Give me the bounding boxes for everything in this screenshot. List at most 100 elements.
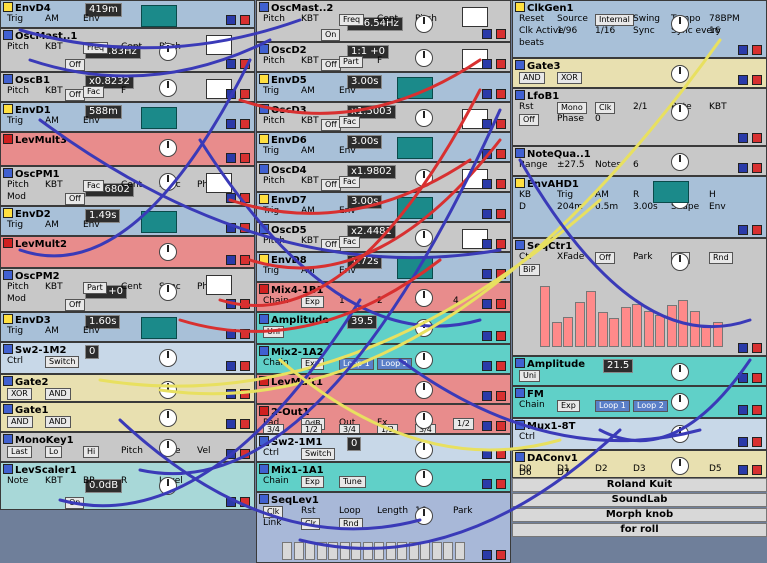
- seqlev-step-bar[interactable]: [305, 542, 315, 560]
- input-jack[interactable]: [738, 45, 748, 55]
- output-jack[interactable]: [240, 361, 250, 371]
- output-jack[interactable]: [240, 419, 250, 429]
- input-jack[interactable]: [738, 437, 748, 447]
- module-menu-icon[interactable]: [259, 376, 269, 386]
- module-menu-icon[interactable]: [3, 30, 13, 40]
- sequencer-step-bar[interactable]: [678, 300, 688, 347]
- button-last[interactable]: Last: [7, 446, 32, 458]
- output-jack[interactable]: [752, 437, 762, 447]
- button-clr[interactable]: Clr: [301, 518, 321, 530]
- output-jack[interactable]: [496, 89, 506, 99]
- seqlev-step-bar[interactable]: [351, 542, 361, 560]
- input-jack[interactable]: [738, 405, 748, 415]
- parameter-knob[interactable]: [159, 439, 177, 457]
- output-jack[interactable]: [240, 119, 250, 129]
- module-menu-icon[interactable]: [259, 464, 269, 474]
- input-jack[interactable]: [482, 119, 492, 129]
- output-jack[interactable]: [240, 15, 250, 25]
- module-menu-icon[interactable]: [259, 406, 269, 416]
- input-jack[interactable]: [226, 15, 236, 25]
- module-menu-icon[interactable]: [3, 404, 13, 414]
- module-menu-icon[interactable]: [3, 464, 13, 474]
- output-jack[interactable]: [752, 465, 762, 475]
- button-fac[interactable]: Fac: [339, 116, 361, 128]
- button-1-2[interactable]: 1/2: [301, 424, 322, 433]
- waveform-icon[interactable]: [206, 35, 232, 55]
- button-and[interactable]: AND: [519, 72, 545, 84]
- button-fac[interactable]: Fac: [83, 86, 105, 98]
- output-jack[interactable]: [240, 449, 250, 459]
- button-clk[interactable]: Clk: [263, 506, 284, 518]
- output-jack[interactable]: [240, 89, 250, 99]
- output-jack[interactable]: [496, 209, 506, 219]
- output-jack[interactable]: [496, 119, 506, 129]
- waveform-icon[interactable]: [206, 275, 232, 295]
- parameter-knob[interactable]: [415, 319, 433, 337]
- output-jack[interactable]: [752, 133, 762, 143]
- input-jack[interactable]: [738, 75, 748, 85]
- output-jack[interactable]: [240, 153, 250, 163]
- toggle-button[interactable]: Off: [321, 239, 341, 251]
- sequencer-step-bar[interactable]: [609, 318, 619, 347]
- sequencer-step-bar[interactable]: [666, 305, 677, 347]
- parameter-knob[interactable]: [671, 253, 689, 271]
- sequencer-step-bar[interactable]: [701, 325, 711, 347]
- button-tune[interactable]: Tune: [339, 476, 366, 488]
- output-jack[interactable]: [240, 299, 250, 309]
- seqlev-step-bar[interactable]: [282, 542, 292, 560]
- toggle-button[interactable]: Off: [321, 59, 341, 71]
- module-menu-icon[interactable]: [3, 134, 13, 144]
- parameter-knob[interactable]: [415, 441, 433, 459]
- button-exp[interactable]: Exp: [301, 296, 324, 308]
- parameter-knob[interactable]: [671, 15, 689, 33]
- output-jack[interactable]: [496, 449, 506, 459]
- input-jack[interactable]: [482, 239, 492, 249]
- output-jack[interactable]: [752, 225, 762, 235]
- toggle-button[interactable]: Off: [65, 89, 85, 101]
- parameter-knob[interactable]: [671, 363, 689, 381]
- module-menu-icon[interactable]: [259, 254, 269, 264]
- button-xor[interactable]: XOR: [7, 388, 32, 400]
- sequencer-step-bar[interactable]: [689, 311, 700, 347]
- parameter-knob[interactable]: [415, 507, 433, 525]
- input-jack[interactable]: [482, 179, 492, 189]
- sequencer-step-bar[interactable]: [551, 321, 562, 347]
- waveform-icon[interactable]: [206, 173, 232, 193]
- toggle-button[interactable]: Off: [321, 179, 341, 191]
- button-fac[interactable]: Fac: [83, 180, 105, 192]
- parameter-knob[interactable]: [159, 477, 177, 495]
- module-menu-icon[interactable]: [515, 60, 525, 70]
- module-menu-icon[interactable]: [3, 2, 13, 12]
- input-jack[interactable]: [482, 29, 492, 39]
- button-bip[interactable]: BiP: [519, 264, 540, 276]
- sequencer-step-bar[interactable]: [632, 303, 642, 347]
- input-jack[interactable]: [226, 119, 236, 129]
- parameter-knob[interactable]: [159, 409, 177, 427]
- toggle-button[interactable]: Off: [321, 119, 341, 131]
- button-fac[interactable]: Fac: [339, 176, 361, 188]
- output-jack[interactable]: [496, 331, 506, 341]
- parameter-knob[interactable]: [415, 411, 433, 429]
- module-menu-icon[interactable]: [3, 376, 13, 386]
- parameter-knob[interactable]: [671, 393, 689, 411]
- button-part[interactable]: Part: [339, 56, 363, 68]
- module-menu-icon[interactable]: [3, 238, 13, 248]
- output-jack[interactable]: [496, 269, 506, 279]
- module-menu-icon[interactable]: [515, 90, 525, 100]
- toggle-button[interactable]: Off: [65, 299, 85, 311]
- seqlev-step-bar[interactable]: [443, 542, 453, 560]
- input-jack[interactable]: [738, 373, 748, 383]
- toggle-button[interactable]: On: [65, 497, 85, 509]
- button-switch[interactable]: Switch: [301, 448, 336, 460]
- input-jack[interactable]: [226, 389, 236, 399]
- parameter-knob[interactable]: [159, 243, 177, 261]
- parameter-knob[interactable]: [415, 351, 433, 369]
- seqlev-step-bar[interactable]: [385, 542, 396, 560]
- input-jack[interactable]: [226, 153, 236, 163]
- module-menu-icon[interactable]: [3, 270, 13, 280]
- sequencer-step-bar[interactable]: [643, 311, 654, 347]
- parameter-knob[interactable]: [671, 457, 689, 475]
- output-jack[interactable]: [240, 497, 250, 507]
- seqlev-step-bar[interactable]: [362, 542, 373, 560]
- input-jack[interactable]: [738, 465, 748, 475]
